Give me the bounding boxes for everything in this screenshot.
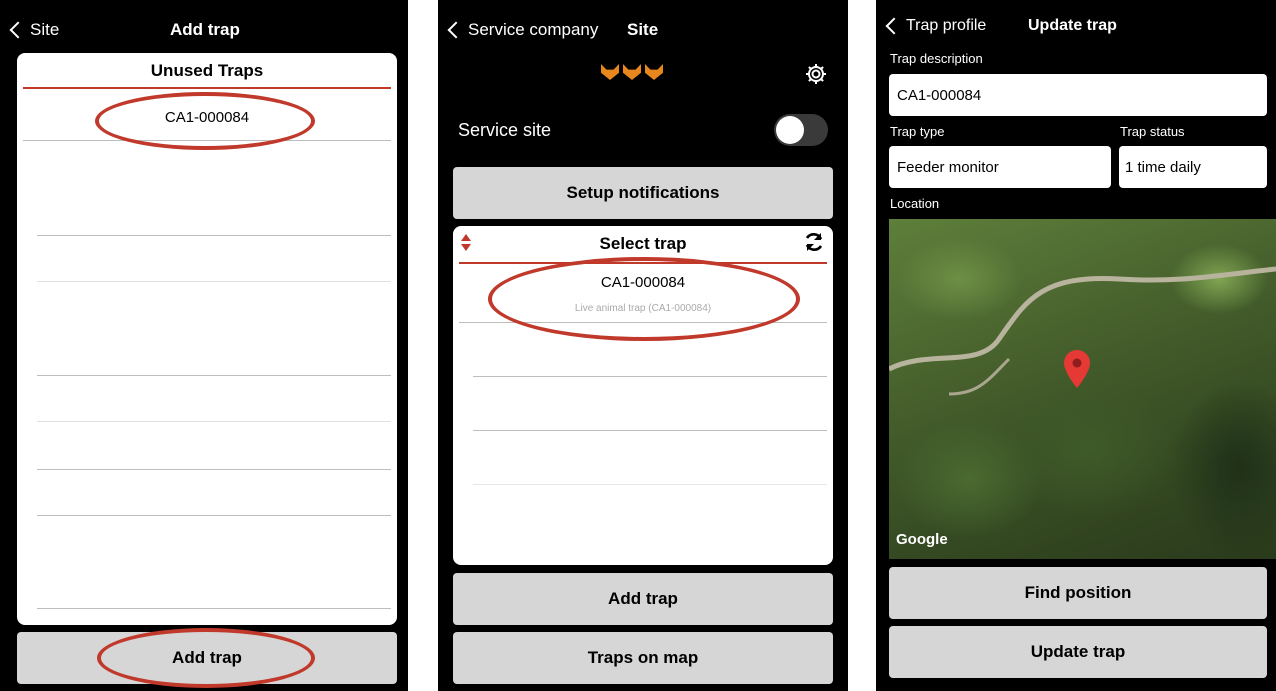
toggle-knob bbox=[776, 116, 804, 144]
service-site-toggle[interactable] bbox=[774, 114, 828, 146]
gear-icon[interactable] bbox=[804, 62, 828, 86]
back-label: Site bbox=[30, 20, 60, 39]
status-label: Trap status bbox=[1120, 124, 1185, 139]
divider bbox=[37, 515, 391, 516]
back-label: Trap profile bbox=[906, 17, 987, 34]
setup-notifications-button[interactable]: Setup notifications bbox=[453, 167, 833, 219]
divider bbox=[473, 376, 827, 377]
page-title: Add trap bbox=[170, 20, 240, 39]
fox-icon bbox=[623, 64, 641, 80]
nav-bar: Trap profile Update trap bbox=[876, 4, 1276, 48]
chevron-left-icon bbox=[885, 17, 903, 35]
chevron-left-icon bbox=[9, 21, 27, 39]
location-label: Location bbox=[890, 196, 940, 211]
divider bbox=[37, 469, 391, 470]
screen-site: Service company Site Service site Setup … bbox=[438, 0, 848, 691]
divider bbox=[37, 235, 391, 236]
divider bbox=[473, 484, 827, 485]
list-item[interactable]: CA1-000084 Live animal trap (CA1-000084) bbox=[453, 264, 833, 320]
page-title: Update trap bbox=[1028, 17, 1117, 34]
add-trap-button[interactable]: Add trap bbox=[17, 632, 397, 684]
refresh-icon[interactable] bbox=[803, 231, 825, 253]
unused-traps-list: Unused Traps CA1-000084 bbox=[17, 53, 397, 625]
trap-description-field[interactable]: CA1-000084 bbox=[889, 74, 1267, 116]
nav-bar: Site Add trap bbox=[0, 8, 408, 52]
back-button[interactable]: Site bbox=[8, 8, 59, 52]
trap-type-select[interactable]: Feeder monitor bbox=[889, 146, 1111, 188]
service-site-label: Service site bbox=[458, 120, 552, 140]
fox-icon bbox=[645, 64, 663, 80]
divider bbox=[37, 375, 391, 376]
divider bbox=[37, 608, 391, 609]
map-roads bbox=[889, 266, 1276, 396]
field-value: CA1-000084 bbox=[897, 86, 982, 104]
screen-add-trap: Site Add trap Unused Traps CA1-000084 Ad… bbox=[0, 0, 408, 691]
trap-status-select[interactable]: 1 time daily bbox=[1119, 146, 1267, 188]
traps-on-map-button[interactable]: Traps on map bbox=[453, 632, 833, 684]
location-map[interactable]: Google bbox=[889, 219, 1276, 559]
back-button[interactable]: Service company bbox=[446, 8, 598, 52]
divider bbox=[459, 322, 827, 323]
list-header: Unused Traps bbox=[150, 61, 264, 80]
select-trap-list: Select trap CA1-000084 Live animal trap … bbox=[453, 226, 833, 565]
map-logo: Google bbox=[896, 531, 948, 548]
page-title: Site bbox=[627, 20, 659, 39]
fox-logos bbox=[601, 64, 663, 80]
divider bbox=[23, 140, 391, 141]
list-item-label: CA1-000084 bbox=[164, 109, 250, 126]
screen-update-trap: Trap profile Update trap Trap descriptio… bbox=[876, 0, 1276, 691]
add-trap-button[interactable]: Add trap bbox=[453, 573, 833, 625]
fox-icon bbox=[601, 64, 619, 80]
back-button[interactable]: Trap profile bbox=[884, 4, 986, 48]
update-trap-button[interactable]: Update trap bbox=[889, 626, 1267, 678]
field-value: Feeder monitor bbox=[897, 158, 999, 176]
desc-label: Trap description bbox=[890, 51, 983, 66]
divider bbox=[37, 421, 391, 422]
type-label: Trap type bbox=[890, 124, 945, 139]
trap-name: CA1-000084 bbox=[600, 274, 686, 291]
find-position-button[interactable]: Find position bbox=[889, 567, 1267, 619]
field-value: 1 time daily bbox=[1125, 158, 1201, 176]
divider bbox=[473, 430, 827, 431]
map-pin-icon[interactable] bbox=[1064, 350, 1090, 388]
trap-subtitle: Live animal trap (CA1-000084) bbox=[574, 303, 712, 314]
nav-bar: Service company Site bbox=[438, 8, 848, 52]
list-header: Select trap bbox=[599, 234, 687, 253]
chevron-left-icon bbox=[447, 21, 465, 39]
list-item[interactable]: CA1-000084 bbox=[17, 89, 397, 139]
divider bbox=[37, 281, 391, 282]
back-label: Service company bbox=[468, 20, 599, 39]
